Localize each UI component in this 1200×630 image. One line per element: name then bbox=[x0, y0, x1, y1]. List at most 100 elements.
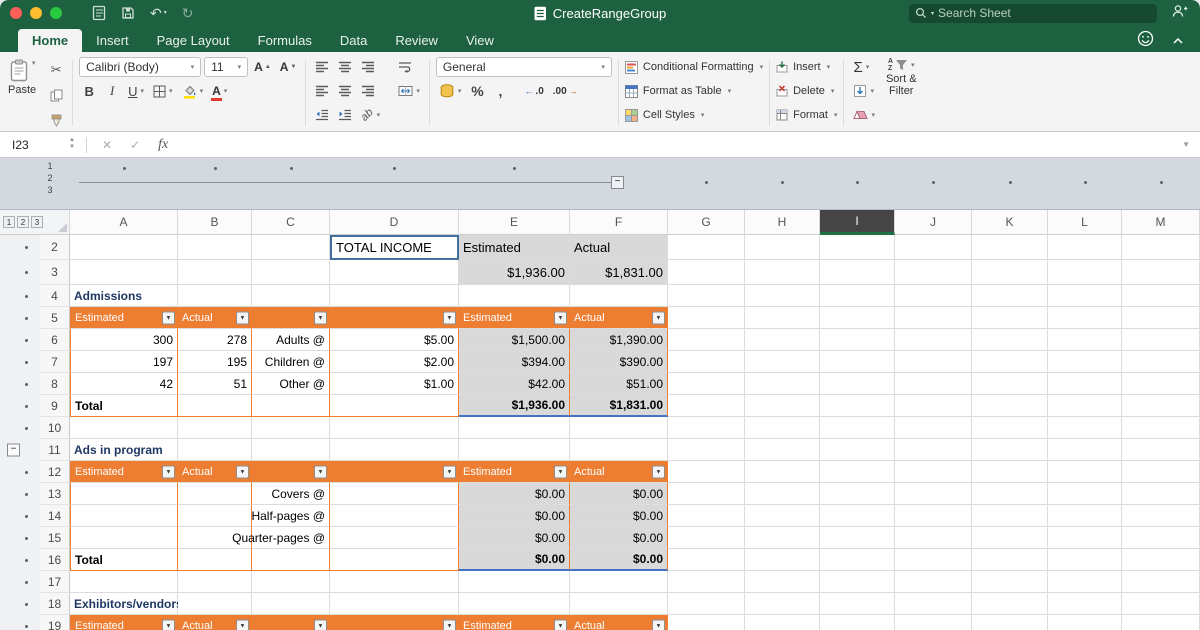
cell-F15[interactable]: $0.00 bbox=[570, 527, 668, 549]
column-header-M[interactable]: M bbox=[1122, 210, 1200, 235]
cell-J13[interactable] bbox=[895, 483, 972, 505]
row-header-15[interactable]: 15 bbox=[40, 527, 70, 549]
cell-K4[interactable] bbox=[972, 285, 1048, 307]
autofilter-button[interactable]: ▼ bbox=[652, 466, 665, 479]
cell-F8[interactable]: $51.00 bbox=[570, 373, 668, 395]
zoom-window-button[interactable] bbox=[50, 7, 62, 19]
row-header-10[interactable]: 10 bbox=[40, 417, 70, 439]
cell-C18[interactable] bbox=[252, 593, 330, 615]
delete-cells-button[interactable]: Delete▾ bbox=[776, 81, 837, 101]
cell-L5[interactable] bbox=[1048, 307, 1122, 329]
cell-L7[interactable] bbox=[1048, 351, 1122, 373]
cell-M5[interactable] bbox=[1122, 307, 1200, 329]
cell-M3[interactable] bbox=[1122, 260, 1200, 285]
cell-E8[interactable]: $42.00 bbox=[459, 373, 570, 395]
cell-E14[interactable]: $0.00 bbox=[459, 505, 570, 527]
cell-H19[interactable] bbox=[745, 615, 820, 630]
row-header-13[interactable]: 13 bbox=[40, 483, 70, 505]
cell-A4[interactable]: Admissions bbox=[70, 285, 178, 307]
italic-button[interactable]: I bbox=[102, 81, 122, 101]
cell-K7[interactable] bbox=[972, 351, 1048, 373]
row-header-17[interactable]: 17 bbox=[40, 571, 70, 593]
cell-G5[interactable] bbox=[668, 307, 745, 329]
cell-A10[interactable] bbox=[70, 417, 178, 439]
cell-G16[interactable] bbox=[668, 549, 745, 571]
cell-L3[interactable] bbox=[1048, 260, 1122, 285]
cell-L17[interactable] bbox=[1048, 571, 1122, 593]
align-middle-button[interactable] bbox=[335, 57, 355, 77]
cell-H7[interactable] bbox=[745, 351, 820, 373]
row-outline-level-1[interactable]: 1 bbox=[3, 216, 15, 228]
cell-A15[interactable] bbox=[70, 527, 178, 549]
cell-K9[interactable] bbox=[972, 395, 1048, 417]
cell-H11[interactable] bbox=[745, 439, 820, 461]
increase-font-size-button[interactable]: A▲ bbox=[251, 57, 274, 77]
row-header-5[interactable]: 5 bbox=[40, 307, 70, 329]
cell-F14[interactable]: $0.00 bbox=[570, 505, 668, 527]
cell-A18[interactable]: Exhibitors/vendors bbox=[70, 593, 178, 615]
cell-K16[interactable] bbox=[972, 549, 1048, 571]
cell-E11[interactable] bbox=[459, 439, 570, 461]
cell-C15[interactable]: Quarter-pages @ bbox=[252, 527, 330, 549]
cell-I14[interactable] bbox=[820, 505, 895, 527]
formula-input[interactable] bbox=[177, 132, 1182, 157]
cell-C17[interactable] bbox=[252, 571, 330, 593]
cell-C13[interactable]: Covers @ bbox=[252, 483, 330, 505]
format-as-table-button[interactable]: Format as Table▾ bbox=[625, 81, 763, 101]
underline-button[interactable]: U▾ bbox=[125, 81, 147, 101]
row-header-12[interactable]: 12 bbox=[40, 461, 70, 483]
cell-J4[interactable] bbox=[895, 285, 972, 307]
column-header-B[interactable]: B bbox=[178, 210, 252, 235]
align-top-button[interactable] bbox=[312, 57, 332, 77]
column-header-L[interactable]: L bbox=[1048, 210, 1122, 235]
cell-H6[interactable] bbox=[745, 329, 820, 351]
cell-F5[interactable]: Actual▼ bbox=[570, 307, 668, 329]
cell-L11[interactable] bbox=[1048, 439, 1122, 461]
cell-B6[interactable]: 278 bbox=[178, 329, 252, 351]
cell-G10[interactable] bbox=[668, 417, 745, 439]
cell-A13[interactable] bbox=[70, 483, 178, 505]
autofilter-button[interactable]: ▼ bbox=[443, 312, 456, 325]
cell-B5[interactable]: Actual▼ bbox=[178, 307, 252, 329]
cell-K8[interactable] bbox=[972, 373, 1048, 395]
column-header-F[interactable]: F bbox=[570, 210, 668, 235]
cell-K6[interactable] bbox=[972, 329, 1048, 351]
cell-J19[interactable] bbox=[895, 615, 972, 630]
cell-L6[interactable] bbox=[1048, 329, 1122, 351]
autofilter-button[interactable]: ▼ bbox=[443, 466, 456, 479]
cell-H10[interactable] bbox=[745, 417, 820, 439]
autofilter-button[interactable]: ▼ bbox=[652, 312, 665, 325]
orientation-button[interactable]: ab▾ bbox=[358, 105, 383, 125]
insert-cells-button[interactable]: Insert▾ bbox=[776, 57, 837, 77]
cell-J18[interactable] bbox=[895, 593, 972, 615]
cell-H14[interactable] bbox=[745, 505, 820, 527]
row-header-2[interactable]: 2 bbox=[40, 235, 70, 260]
cell-I13[interactable] bbox=[820, 483, 895, 505]
row-header-3[interactable]: 3 bbox=[40, 260, 70, 285]
cell-J7[interactable] bbox=[895, 351, 972, 373]
cell-H5[interactable] bbox=[745, 307, 820, 329]
decrease-font-size-button[interactable]: A▼ bbox=[277, 57, 300, 77]
cell-C10[interactable] bbox=[252, 417, 330, 439]
cell-J8[interactable] bbox=[895, 373, 972, 395]
cell-C6[interactable]: Adults @ bbox=[252, 329, 330, 351]
cell-H2[interactable] bbox=[745, 235, 820, 260]
close-window-button[interactable] bbox=[10, 7, 22, 19]
cell-A5[interactable]: Estimated▼ bbox=[70, 307, 178, 329]
cell-G9[interactable] bbox=[668, 395, 745, 417]
cell-G8[interactable] bbox=[668, 373, 745, 395]
row-header-11[interactable]: 11 bbox=[40, 439, 70, 461]
column-header-C[interactable]: C bbox=[252, 210, 330, 235]
tab-page-layout[interactable]: Page Layout bbox=[143, 29, 244, 52]
cell-I19[interactable] bbox=[820, 615, 895, 630]
font-color-button[interactable]: A▾ bbox=[209, 81, 230, 101]
cell-D11[interactable] bbox=[330, 439, 459, 461]
tab-data[interactable]: Data bbox=[326, 29, 381, 52]
cell-D17[interactable] bbox=[330, 571, 459, 593]
row-header-19[interactable]: 19 bbox=[40, 615, 70, 630]
cell-L12[interactable] bbox=[1048, 461, 1122, 483]
feedback-smiley-button[interactable] bbox=[1137, 30, 1154, 52]
cell-K15[interactable] bbox=[972, 527, 1048, 549]
clear-button[interactable]: ▾ bbox=[850, 105, 878, 125]
cell-D10[interactable] bbox=[330, 417, 459, 439]
